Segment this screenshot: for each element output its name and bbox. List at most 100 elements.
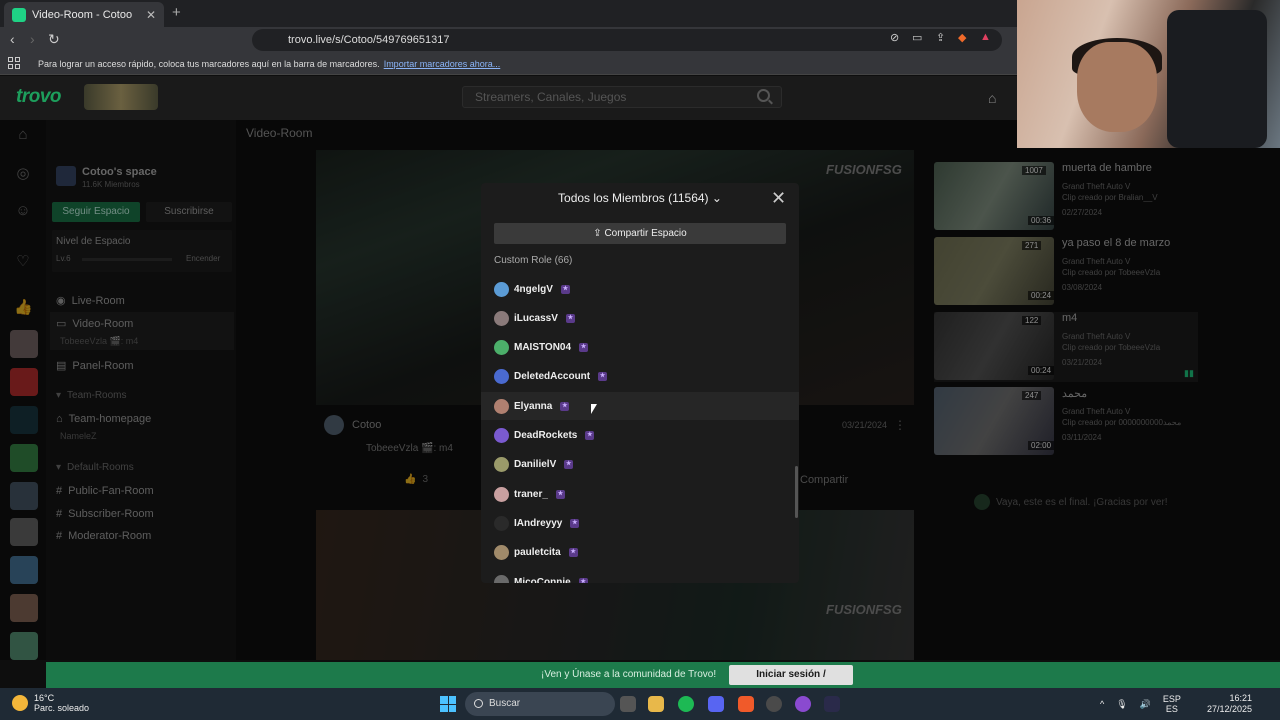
member-avatar bbox=[494, 545, 509, 561]
member-row[interactable]: iLucassV ★ bbox=[481, 304, 799, 332]
weather-desc: Parc. soleado bbox=[34, 703, 90, 713]
tab-title: Video-Room - Cotoo bbox=[32, 8, 133, 21]
member-name[interactable]: pauletcita bbox=[514, 547, 561, 558]
member-row[interactable]: 4ngelgV ★ bbox=[481, 275, 799, 303]
import-bookmarks-link[interactable]: Importar marcadores ahora... bbox=[384, 59, 501, 69]
brave-rewards-icon[interactable]: ▲ bbox=[980, 31, 991, 43]
role-badge-icon: ★ bbox=[560, 284, 570, 294]
share-icon[interactable]: ⇪ bbox=[936, 31, 945, 44]
member-row[interactable]: pauletcita ★ bbox=[481, 539, 799, 567]
members-modal: Todos los Miembros (11564) ⌄ ✕ ⇪ Compart… bbox=[481, 183, 799, 583]
member-name[interactable]: IAndreyyy bbox=[514, 518, 562, 529]
taskbar-search[interactable]: Buscar bbox=[465, 692, 615, 716]
share-space-button[interactable]: ⇪ Compartir Espacio bbox=[494, 223, 786, 244]
member-avatar bbox=[494, 515, 509, 531]
login-message: ¡Ven y Únase a la comunidad de Trovo! bbox=[541, 669, 717, 680]
member-name[interactable]: iLucassV bbox=[514, 313, 558, 324]
gift-icon[interactable]: ⌂ bbox=[988, 90, 996, 106]
login-button[interactable]: Iniciar sesión / Registrarse bbox=[729, 665, 853, 700]
windows-start-icon[interactable] bbox=[440, 696, 456, 712]
member-name[interactable]: Elyanna bbox=[514, 401, 552, 412]
member-name[interactable]: DanilielV bbox=[514, 459, 556, 470]
back-icon[interactable]: ‹ bbox=[10, 31, 15, 47]
role-badge-icon: ★ bbox=[565, 313, 575, 323]
bookmarks-message: Para lograr un acceso rápido, coloca tus… bbox=[38, 58, 380, 69]
search-icon[interactable] bbox=[757, 89, 770, 102]
weather-temp: 16°C bbox=[34, 693, 55, 703]
member-row[interactable]: IAndreyyy ★ bbox=[481, 509, 799, 537]
member-row[interactable]: MicoConnie ★ bbox=[481, 568, 799, 583]
trovo-favicon-icon bbox=[12, 7, 26, 22]
member-avatar bbox=[494, 574, 509, 583]
close-tab-icon[interactable]: ✕ bbox=[146, 8, 156, 22]
role-badge-icon: ★ bbox=[555, 489, 565, 499]
webcam-person bbox=[1077, 42, 1157, 132]
close-icon[interactable]: ✕ bbox=[771, 189, 786, 207]
member-avatar bbox=[494, 398, 509, 414]
member-avatar bbox=[494, 428, 509, 443]
sun-icon bbox=[12, 695, 28, 711]
header-banner[interactable] bbox=[84, 84, 158, 110]
member-name[interactable]: traner_ bbox=[514, 489, 548, 500]
task-view-icon[interactable] bbox=[620, 696, 636, 712]
modal-title[interactable]: Todos los Miembros (11564) ⌄ bbox=[481, 191, 799, 205]
language-indicator[interactable]: ESP ES bbox=[1163, 694, 1181, 714]
role-badge-icon: ★ bbox=[579, 343, 589, 353]
tray-expand-icon[interactable]: ^ bbox=[1100, 699, 1104, 709]
member-name[interactable]: MicoConnie bbox=[514, 577, 571, 584]
translate-icon[interactable]: ⊘ bbox=[890, 31, 899, 44]
share-icon: ⇪ bbox=[593, 228, 602, 239]
obs-icon[interactable] bbox=[795, 696, 811, 712]
lang-secondary: ES bbox=[1165, 704, 1178, 714]
system-tray: ^ 🎙 🔊 ESP ES bbox=[1100, 694, 1181, 714]
role-label: Custom Role (66) bbox=[494, 255, 573, 266]
member-avatar bbox=[494, 369, 509, 385]
member-row[interactable]: Elyanna ★ bbox=[481, 392, 799, 421]
share-space-label: Compartir Espacio bbox=[604, 228, 687, 239]
member-name[interactable]: MAISTON04 bbox=[514, 342, 571, 353]
modal-title-text: Todos los Miembros (11564) bbox=[558, 191, 709, 205]
windows-taskbar: 16°C Parc. soleado Buscar ^ 🎙 🔊 ESP ES 16:… bbox=[0, 688, 1280, 720]
volume-icon[interactable]: 🔊 bbox=[1140, 699, 1151, 710]
member-row[interactable]: traner_ ★ bbox=[481, 480, 799, 508]
member-row[interactable]: DeletedAccount ★ bbox=[481, 363, 799, 391]
cast-icon[interactable]: ▭ bbox=[912, 31, 922, 44]
scrollbar[interactable] bbox=[795, 466, 798, 518]
browser-tab[interactable]: Video-Room - Cotoo ✕ bbox=[4, 2, 164, 27]
app-icon[interactable] bbox=[824, 696, 840, 712]
clock[interactable]: 16:21 27/12/2025 bbox=[1204, 693, 1252, 715]
chevron-down-icon: ⌄ bbox=[711, 191, 722, 205]
member-avatar bbox=[494, 457, 509, 473]
apps-grid-icon[interactable] bbox=[8, 57, 20, 69]
spotify-icon[interactable] bbox=[678, 696, 694, 712]
new-tab-icon[interactable]: + bbox=[172, 4, 181, 21]
role-badge-icon: ★ bbox=[585, 431, 595, 440]
clock-time: 16:21 bbox=[1229, 693, 1252, 703]
role-badge-icon: ★ bbox=[568, 548, 578, 558]
role-badge-icon: ★ bbox=[564, 460, 574, 470]
search-input[interactable]: Streamers, Canales, Juegos bbox=[462, 86, 782, 108]
weather-widget[interactable]: 16°C Parc. soleado bbox=[12, 693, 89, 713]
url-text: trovo.live/s/Cotoo/549769651317 bbox=[288, 34, 450, 46]
forward-icon[interactable]: › bbox=[30, 31, 35, 47]
mouse-cursor bbox=[591, 404, 597, 414]
member-row[interactable]: DanilielV ★ bbox=[481, 451, 799, 479]
mic-icon[interactable]: 🎙 bbox=[1116, 699, 1127, 710]
role-badge-icon: ★ bbox=[560, 401, 570, 411]
member-row[interactable]: DeadRockets ★ bbox=[481, 422, 799, 450]
member-avatar bbox=[494, 281, 509, 297]
file-explorer-icon[interactable] bbox=[648, 696, 664, 712]
member-name[interactable]: DeletedAccount bbox=[514, 371, 590, 382]
clock-date: 27/12/2025 bbox=[1206, 704, 1252, 714]
member-name[interactable]: DeadRockets bbox=[514, 430, 577, 441]
role-badge-icon: ★ bbox=[570, 518, 580, 528]
member-name[interactable]: 4ngelgV bbox=[514, 284, 553, 295]
brave-icon[interactable] bbox=[738, 696, 754, 712]
steam-icon[interactable] bbox=[766, 696, 782, 712]
brave-shield-icon[interactable]: ◆ bbox=[958, 31, 966, 44]
trovo-logo[interactable]: trovo bbox=[16, 86, 62, 108]
discord-icon[interactable] bbox=[708, 696, 724, 712]
reload-icon[interactable]: ↻ bbox=[48, 31, 60, 48]
member-row[interactable]: MAISTON04 ★ bbox=[481, 334, 799, 362]
member-avatar bbox=[494, 340, 509, 356]
